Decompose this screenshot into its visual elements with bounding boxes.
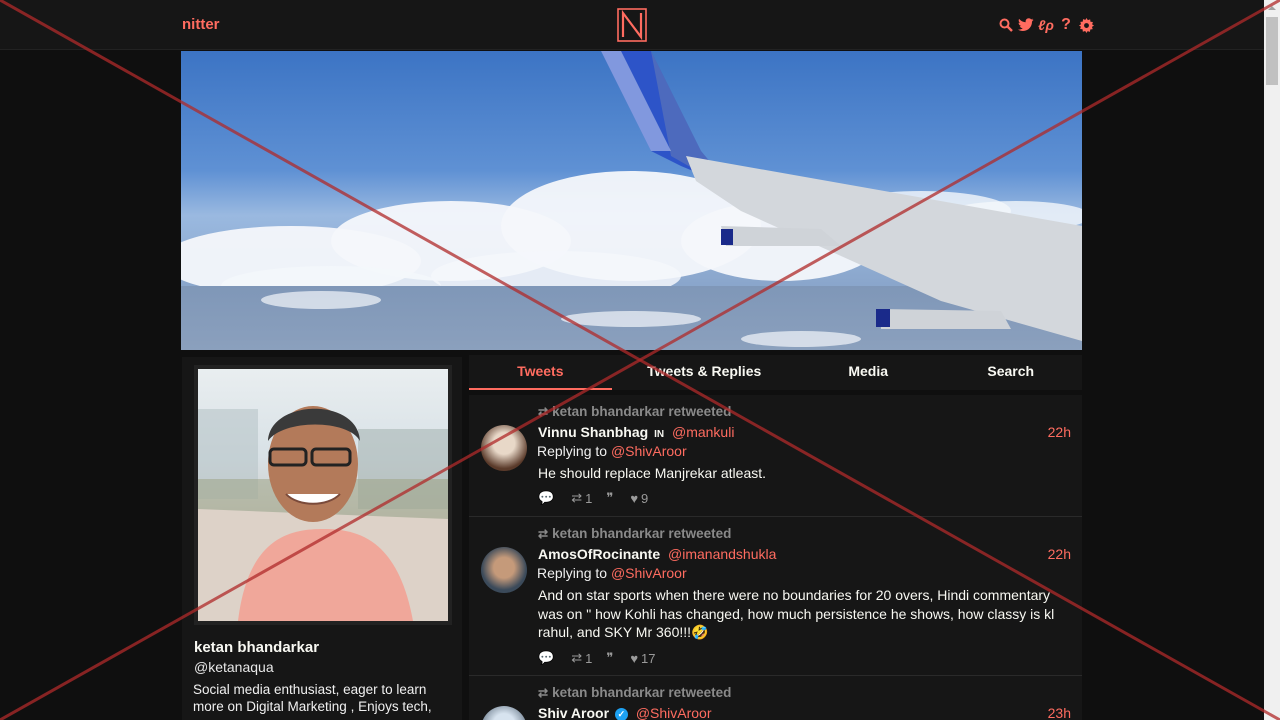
tweet-author-name[interactable]: AmosOfRocinante [538, 546, 660, 562]
retweet-icon: ⇄ [538, 686, 549, 700]
settings-icon[interactable] [1078, 16, 1094, 34]
reply-target-link[interactable]: @ShivAroor [611, 443, 687, 459]
name-flag-badge: IN [654, 429, 665, 440]
retweet-header: ⇄ ketan bhandarkar retweeted [538, 685, 732, 700]
comment-icon[interactable]: 💬 [538, 650, 557, 666]
page-scrollbar[interactable] [1264, 0, 1280, 720]
retweet-stat[interactable]: ⇄ 1 [571, 650, 592, 666]
retweet-icon: ⇄ [538, 405, 549, 419]
tweet-stats: 💬 ⇄ 1 ❞ ♥ 17 [538, 650, 656, 666]
profile-name[interactable]: ketan bhandarkar [194, 639, 319, 656]
tab-tweets-replies[interactable]: Tweets & Replies [612, 355, 797, 390]
tweet-text: And on star sports when there were no bo… [538, 587, 1055, 640]
retweet-header: ⇄ ketan bhandarkar retweeted [538, 404, 732, 419]
profile-bio: Social media enthusiast, eager to learn … [193, 682, 432, 714]
tweet-author-handle[interactable]: @ShivAroor [636, 705, 712, 720]
retweet-header: ⇄ ketan bhandarkar retweeted [538, 526, 732, 541]
profile-tabs: Tweets Tweets & Replies Media Search [469, 355, 1082, 390]
profile-card: ketan bhandarkar @ketanaqua Social media… [182, 357, 462, 720]
like-stat[interactable]: ♥ 9 [630, 491, 648, 506]
tweet-avatar[interactable] [481, 547, 527, 593]
search-icon[interactable] [998, 16, 1014, 34]
comment-icon[interactable]: 💬 [538, 490, 557, 506]
tweet-avatar[interactable] [481, 425, 527, 471]
profile-handle[interactable]: @ketanaqua [194, 659, 274, 675]
retweet-stat[interactable]: ⇄ 1 [571, 490, 592, 506]
retweet-icon: ⇄ [538, 527, 549, 541]
replying-to: Replying to @ShivAroor [537, 565, 687, 581]
tab-media[interactable]: Media [797, 355, 940, 390]
nitter-logo[interactable] [617, 8, 647, 42]
tweet-time[interactable]: 23h [1048, 705, 1071, 720]
scrollbar-thumb[interactable] [1266, 17, 1278, 85]
scroll-up-arrow-icon[interactable] [1264, 0, 1280, 16]
tweet-author-name[interactable]: Vinnu Shanbhag [538, 424, 648, 440]
profile-photo [198, 406, 448, 621]
tweet-author-handle[interactable]: @mankuli [672, 424, 734, 440]
quote-icon[interactable]: ❞ [606, 490, 616, 506]
tweet-author-handle[interactable]: @imanandshukla [668, 546, 776, 562]
help-icon[interactable]: ? [1058, 16, 1074, 34]
top-navbar: nitter ℓρ ? [0, 0, 1264, 50]
tweet[interactable]: ⇄ ketan bhandarkar retweeted Shiv Aroor ✓… [469, 676, 1082, 720]
twitter-icon[interactable] [1018, 16, 1034, 34]
nav-icon-group: ℓρ ? [998, 15, 1094, 35]
replying-to: Replying to @ShivAroor [537, 443, 687, 459]
tweet[interactable]: ⇄ ketan bhandarkar retweeted Vinnu Shanbh… [469, 395, 1082, 517]
profile-avatar[interactable] [194, 365, 452, 625]
airplane-wing-image [601, 51, 1082, 341]
tweet-time[interactable]: 22h [1048, 424, 1071, 440]
tweet-author-name[interactable]: Shiv Aroor [538, 705, 609, 720]
tweet-avatar[interactable] [481, 706, 527, 720]
verified-badge-icon: ✓ [614, 707, 628, 720]
tweet[interactable]: ⇄ ketan bhandarkar retweeted AmosOfRocina… [469, 517, 1082, 676]
rss-icon[interactable]: ℓρ [1038, 16, 1054, 34]
timeline: ⇄ ketan bhandarkar retweeted Vinnu Shanbh… [469, 395, 1082, 720]
tweet-text: He should replace Manjrekar atleast. [538, 465, 767, 481]
quote-icon[interactable]: ❞ [606, 650, 616, 666]
brand-link[interactable]: nitter [182, 16, 220, 33]
tab-tweets[interactable]: Tweets [469, 355, 612, 390]
profile-banner[interactable] [181, 51, 1082, 350]
tweet-time[interactable]: 22h [1048, 546, 1071, 562]
tab-search[interactable]: Search [939, 355, 1082, 390]
like-stat[interactable]: ♥ 17 [630, 651, 655, 666]
reply-target-link[interactable]: @ShivAroor [611, 565, 687, 581]
tweet-stats: 💬 ⇄ 1 ❞ ♥ 9 [538, 490, 648, 506]
